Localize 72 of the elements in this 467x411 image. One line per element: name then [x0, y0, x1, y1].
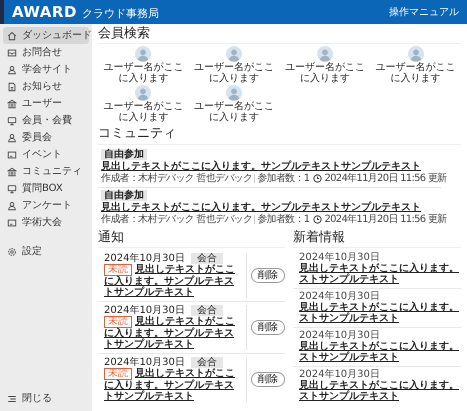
- people-icon: [7, 64, 17, 74]
- avatar-silhouette-icon[interactable]: [408, 46, 424, 62]
- updated-time: 2024年11月20日 11:56 更新: [324, 172, 447, 184]
- clock-icon: [313, 174, 322, 183]
- category-tag: 会合: [190, 252, 223, 264]
- news-date: 2024年10月30日: [299, 330, 380, 341]
- logo[interactable]: AWARD: [12, 4, 77, 20]
- section-title: 通知: [98, 228, 285, 248]
- menu-icon: [7, 394, 17, 404]
- notice-date: 2024年10月30日: [104, 252, 185, 264]
- building-icon: [7, 98, 17, 108]
- settings-item[interactable]: 設定: [3, 243, 89, 260]
- monitor-icon: [7, 184, 17, 194]
- manual-link[interactable]: 操作マニュアル: [389, 6, 459, 18]
- delete-button[interactable]: 削除: [251, 320, 285, 335]
- sidebar-item[interactable]: 会員・会費: [3, 112, 89, 129]
- envelope-icon: [7, 48, 17, 58]
- member-name[interactable]: ユーザー名がここに入ります: [103, 62, 184, 84]
- sidebar-item[interactable]: 委員会: [3, 129, 89, 146]
- category-tag: 自由参加: [101, 148, 147, 160]
- service-name: クラウド事務局: [82, 8, 159, 20]
- card-icon: [7, 150, 17, 160]
- card-icon: [7, 218, 17, 228]
- delete-button[interactable]: 削除: [251, 268, 285, 283]
- avatar-silhouette-icon[interactable]: [226, 46, 242, 62]
- participant-count: 参加者数：1: [257, 172, 310, 184]
- delete-button[interactable]: 削除: [251, 372, 285, 387]
- section-title: 会員検索: [98, 24, 461, 44]
- member-name[interactable]: ユーザー名がここに入ります: [284, 62, 365, 84]
- section-title: コミュニティ: [98, 124, 461, 145]
- category-tag: 自由参加: [101, 190, 147, 201]
- monitor-icon: [7, 116, 17, 126]
- avatar-silhouette-icon[interactable]: [316, 46, 333, 62]
- sidebar-item[interactable]: ユーザー: [3, 95, 89, 112]
- document-icon: [7, 82, 17, 92]
- news-date: 2024年10月30日: [299, 290, 380, 302]
- member-name[interactable]: ユーザー名がここに入ります: [194, 101, 274, 124]
- updated-time: 2024年11月20日 11:56 更新: [324, 214, 447, 225]
- avatar-silhouette-icon[interactable]: [135, 85, 152, 102]
- settings-icon: [7, 246, 17, 256]
- sidebar-item[interactable]: 質問BOX: [3, 180, 89, 197]
- sidebar-item[interactable]: 学会サイト: [3, 61, 89, 78]
- member-name[interactable]: ユーザー名がここに入ります: [376, 62, 456, 84]
- notice-date: 2024年10月30日: [104, 356, 185, 368]
- sidebar-item[interactable]: コミュニティ: [3, 163, 89, 180]
- avatar-silhouette-icon[interactable]: [226, 85, 242, 102]
- category-tag: 会合: [190, 304, 223, 316]
- post-headline-link[interactable]: 見出しテキストがここに入ります。サンプルテキストサンプルテキスト: [101, 160, 421, 172]
- people-icon: [7, 200, 17, 210]
- news-date: 2024年10月30日: [299, 252, 380, 263]
- sidebar-item[interactable]: アンケート: [3, 197, 89, 214]
- post-headline-link[interactable]: 見出しテキストがここに入ります。サンプルテキストサンプルテキスト: [101, 202, 421, 213]
- category-tag: 会合: [190, 356, 223, 368]
- section-title: 新着情報: [293, 228, 461, 248]
- member-name[interactable]: ユーザー名がここに入ります: [194, 62, 274, 84]
- sidebar-item[interactable]: お問合せ: [3, 44, 89, 61]
- author-text: 作成者：木村デバック 哲也デバック: [101, 214, 252, 225]
- participant-count: 参加者数：1: [257, 214, 310, 225]
- house-icon: [7, 30, 17, 40]
- sidebar-item[interactable]: ダッシュボード: [3, 27, 89, 44]
- author-text: 作成者：木村デバック 哲也デバック: [101, 172, 252, 184]
- sidebar-item[interactable]: イベント: [3, 146, 89, 163]
- sidebar-item[interactable]: お知らせ: [3, 78, 89, 95]
- notice-date: 2024年10月30日: [104, 304, 185, 316]
- close-sidebar-button[interactable]: 閉じる: [3, 390, 89, 407]
- clock-icon: [313, 214, 322, 224]
- news-date: 2024年10月30日: [299, 368, 380, 380]
- building-icon: [7, 166, 17, 176]
- member-name[interactable]: ユーザー名がここに入ります: [103, 101, 184, 124]
- people-icon: [7, 132, 17, 142]
- avatar-silhouette-icon[interactable]: [135, 46, 152, 62]
- sidebar-item[interactable]: 学術大会: [3, 214, 89, 231]
